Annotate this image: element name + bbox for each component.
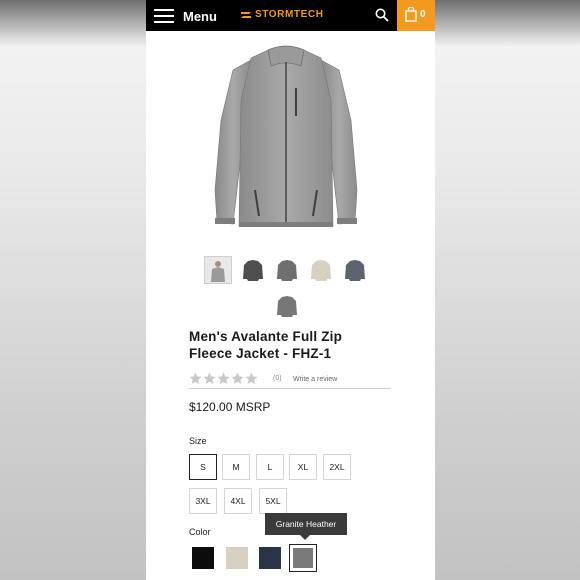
color-swatch-granite-heather[interactable] xyxy=(289,544,317,572)
thumbnail-granite[interactable] xyxy=(274,257,300,283)
star-icon xyxy=(189,372,202,385)
swatch-fill xyxy=(192,547,214,569)
top-nav-bar: Menu STORMTECH 0 xyxy=(146,0,435,31)
product-main-image[interactable] xyxy=(193,40,379,235)
backdrop-left xyxy=(0,0,146,580)
color-tooltip: Granite Heather xyxy=(265,513,347,535)
color-swatch-oatmeal-heather[interactable] xyxy=(223,544,251,572)
product-title-line2: Fleece Jacket - FHZ-1 xyxy=(189,346,332,361)
mobile-page: Menu STORMTECH 0 Men's Avalante Full Zip… xyxy=(146,0,435,580)
size-option-2xl[interactable]: 2XL xyxy=(323,454,351,480)
star-icon xyxy=(203,372,216,385)
size-label: Size xyxy=(189,436,207,446)
review-count: (0) xyxy=(273,375,282,382)
thumbnail-oatmeal[interactable] xyxy=(308,257,334,283)
rating-row: (0) Write a review xyxy=(189,372,391,389)
write-review-link[interactable]: Write a review xyxy=(293,376,337,383)
menu-label: Menu xyxy=(183,8,217,24)
product-price: $120.00 MSRP xyxy=(189,400,271,414)
product-title-line1: Men's Avalante Full Zip xyxy=(189,329,343,344)
color-swatch-navy-heather[interactable] xyxy=(256,544,284,572)
size-option-3xl[interactable]: 3XL xyxy=(189,488,217,514)
product-title: Men's Avalante Full Zip Fleece Jacket - … xyxy=(189,328,409,362)
menu-button[interactable]: Menu xyxy=(154,6,217,26)
size-option-m[interactable]: M xyxy=(222,454,250,480)
brand-logo[interactable]: STORMTECH xyxy=(240,9,324,20)
size-option-l[interactable]: L xyxy=(256,454,284,480)
thumbnail-navy[interactable] xyxy=(342,257,368,283)
size-option-5xl[interactable]: 5XL xyxy=(259,488,287,514)
star-icon xyxy=(217,372,230,385)
thumbnail-strip xyxy=(146,254,435,324)
shopping-bag-icon xyxy=(405,7,417,22)
brand-name: STORMTECH xyxy=(255,9,324,20)
thumbnail-granite-alt[interactable] xyxy=(274,293,300,319)
cart-count: 0 xyxy=(420,9,426,20)
search-icon[interactable] xyxy=(375,8,389,22)
swatch-fill xyxy=(226,547,248,569)
star-icon xyxy=(245,372,258,385)
star-icon xyxy=(231,372,244,385)
backdrop-right xyxy=(435,0,580,580)
size-option-xl[interactable]: XL xyxy=(289,454,317,480)
tooltip-arrow xyxy=(300,535,310,540)
size-option-4xl[interactable]: 4XL xyxy=(224,488,252,514)
color-label: Color xyxy=(189,527,211,537)
cart-button[interactable]: 0 xyxy=(397,0,435,31)
thumbnail-model-front[interactable] xyxy=(205,257,231,283)
swatch-fill xyxy=(293,548,313,568)
size-option-s[interactable]: S xyxy=(189,454,217,480)
hamburger-icon xyxy=(154,9,174,23)
stormtech-logo-icon xyxy=(241,11,251,18)
color-swatch-black[interactable] xyxy=(189,544,217,572)
swatch-fill xyxy=(259,547,281,569)
star-rating[interactable] xyxy=(189,372,259,385)
thumbnail-charcoal[interactable] xyxy=(240,257,266,283)
